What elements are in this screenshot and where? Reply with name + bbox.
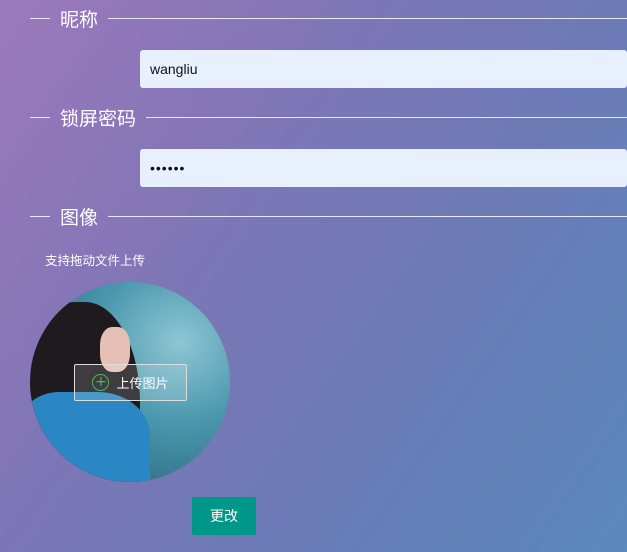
- lock-password-label: 锁屏密码: [60, 107, 137, 130]
- divider: [108, 17, 627, 19]
- submit-button[interactable]: 更改: [192, 497, 256, 535]
- nickname-input[interactable]: [140, 50, 627, 88]
- lock-password-legend: 锁屏密码: [30, 107, 627, 130]
- divider: [30, 116, 50, 118]
- plus-circle-icon: +: [92, 374, 110, 391]
- avatar-jacket: [30, 392, 150, 482]
- upload-image-button[interactable]: + 上传图片: [74, 364, 187, 401]
- divider: [108, 215, 627, 217]
- drag-upload-hint: 支持拖动文件上传: [45, 253, 146, 268]
- divider: [30, 17, 50, 19]
- avatar-legend: 图像: [30, 206, 627, 229]
- upload-label: 上传图片: [116, 377, 169, 392]
- nickname-legend: 昵称: [30, 8, 627, 31]
- divider: [30, 215, 50, 217]
- divider: [146, 116, 627, 118]
- nickname-label: 昵称: [60, 8, 99, 31]
- lock-password-input[interactable]: [140, 149, 627, 187]
- avatar-label: 图像: [60, 206, 99, 229]
